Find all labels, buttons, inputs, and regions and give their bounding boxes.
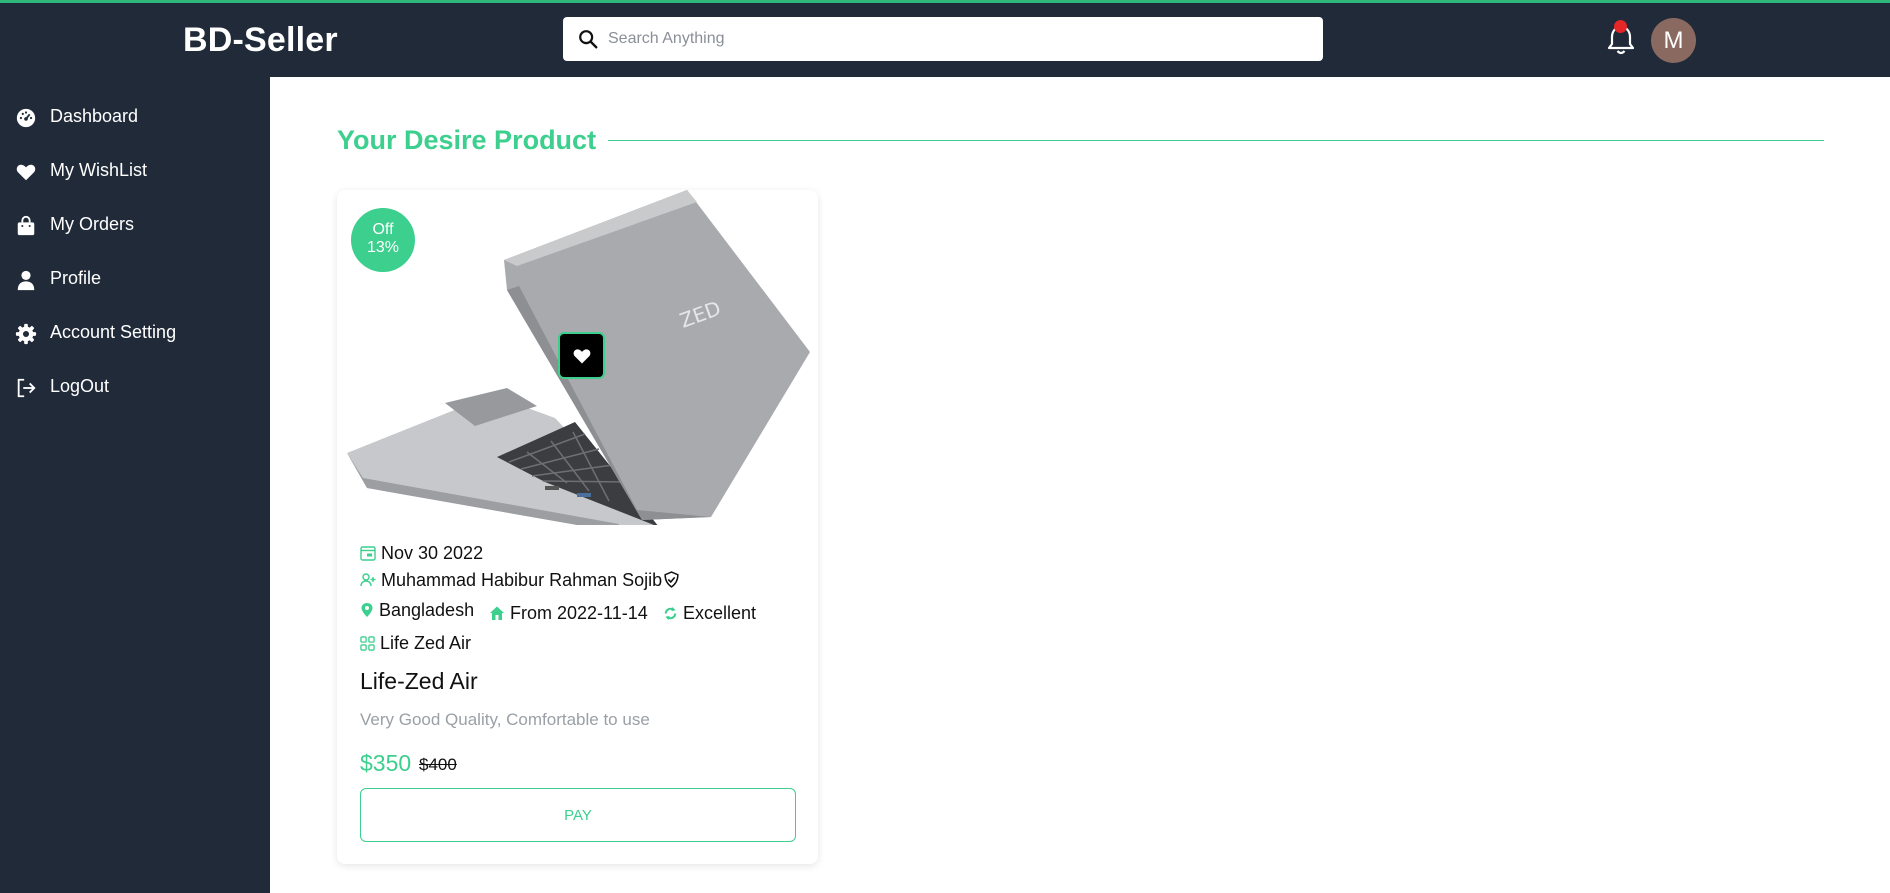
heart-icon [16, 164, 36, 181]
recycle-icon [664, 606, 677, 621]
page-title: Your Desire Product [337, 125, 597, 155]
location-pin-icon [361, 603, 373, 617]
sidebar-item-profile[interactable]: Profile [0, 259, 270, 299]
brand-logo[interactable]: BD-Seller [183, 21, 338, 60]
sidebar-item-wishlist[interactable]: My WishList [0, 151, 270, 191]
category-grid-icon [360, 636, 375, 651]
search-icon [579, 30, 598, 49]
sidebar: Dashboard My WishList My Orders Profile [0, 77, 270, 893]
verified-shield-icon [664, 571, 679, 588]
sidebar-item-label: Account Setting [50, 322, 177, 342]
product-price: $350 [360, 750, 412, 776]
location-text: Bangladesh [379, 600, 475, 620]
sidebar-item-orders[interactable]: My Orders [0, 205, 270, 245]
product-name: Life-Zed Air [360, 668, 478, 694]
user-icon [17, 270, 35, 291]
category-text: Life Zed Air [380, 633, 472, 653]
search-input[interactable] [608, 17, 1308, 61]
top-navbar: BD-Seller M [0, 3, 1890, 77]
listing-from-date: From 2022-11-14 [489, 603, 648, 624]
sidebar-item-label: My WishList [50, 160, 148, 180]
notification-dot [1614, 20, 1627, 33]
logout-icon [17, 378, 36, 398]
gear-icon [15, 323, 37, 345]
product-description: Very Good Quality, Comfortable to use [360, 710, 650, 729]
seller-name-text: Muhammad Habibur Rahman Sojib [381, 570, 663, 590]
listing-from-text: From 2022-11-14 [510, 603, 648, 623]
product-card: ZED Off 13% Nov 30 2022 Muhammad Habibur… [337, 190, 818, 864]
post-date: Nov 30 2022 [360, 543, 483, 564]
home-icon [490, 606, 504, 620]
location: Bangladesh [360, 600, 474, 621]
search-bar[interactable] [563, 17, 1323, 61]
sidebar-item-dashboard[interactable]: Dashboard [0, 97, 270, 137]
sidebar-item-logout[interactable]: LogOut [0, 367, 270, 407]
dashboard-icon [16, 108, 36, 128]
add-to-wishlist-button[interactable] [558, 332, 605, 379]
condition: Excellent [663, 603, 756, 624]
sidebar-item-label: Dashboard [50, 106, 139, 126]
sidebar-item-label: My Orders [50, 214, 135, 234]
shopping-bag-icon [17, 215, 35, 236]
pay-button[interactable]: PAY [360, 788, 796, 842]
add-user-icon [360, 573, 376, 587]
seller-name: Muhammad Habibur Rahman Sojib [360, 570, 685, 591]
discount-badge: Off 13% [351, 208, 415, 272]
post-date-text: Nov 30 2022 [381, 543, 484, 563]
sidebar-item-label: Profile [50, 268, 102, 288]
heart-icon [573, 349, 591, 364]
calendar-icon [360, 546, 376, 561]
badge-label: Off [372, 221, 394, 238]
original-price: $400 [419, 755, 457, 774]
category: Life Zed Air [360, 633, 471, 654]
badge-percent: 13% [366, 239, 400, 256]
sidebar-item-label: LogOut [50, 376, 110, 396]
user-avatar[interactable]: M [1651, 18, 1696, 63]
title-divider [608, 140, 1824, 141]
condition-text: Excellent [683, 603, 757, 623]
sidebar-item-account-setting[interactable]: Account Setting [0, 313, 270, 353]
